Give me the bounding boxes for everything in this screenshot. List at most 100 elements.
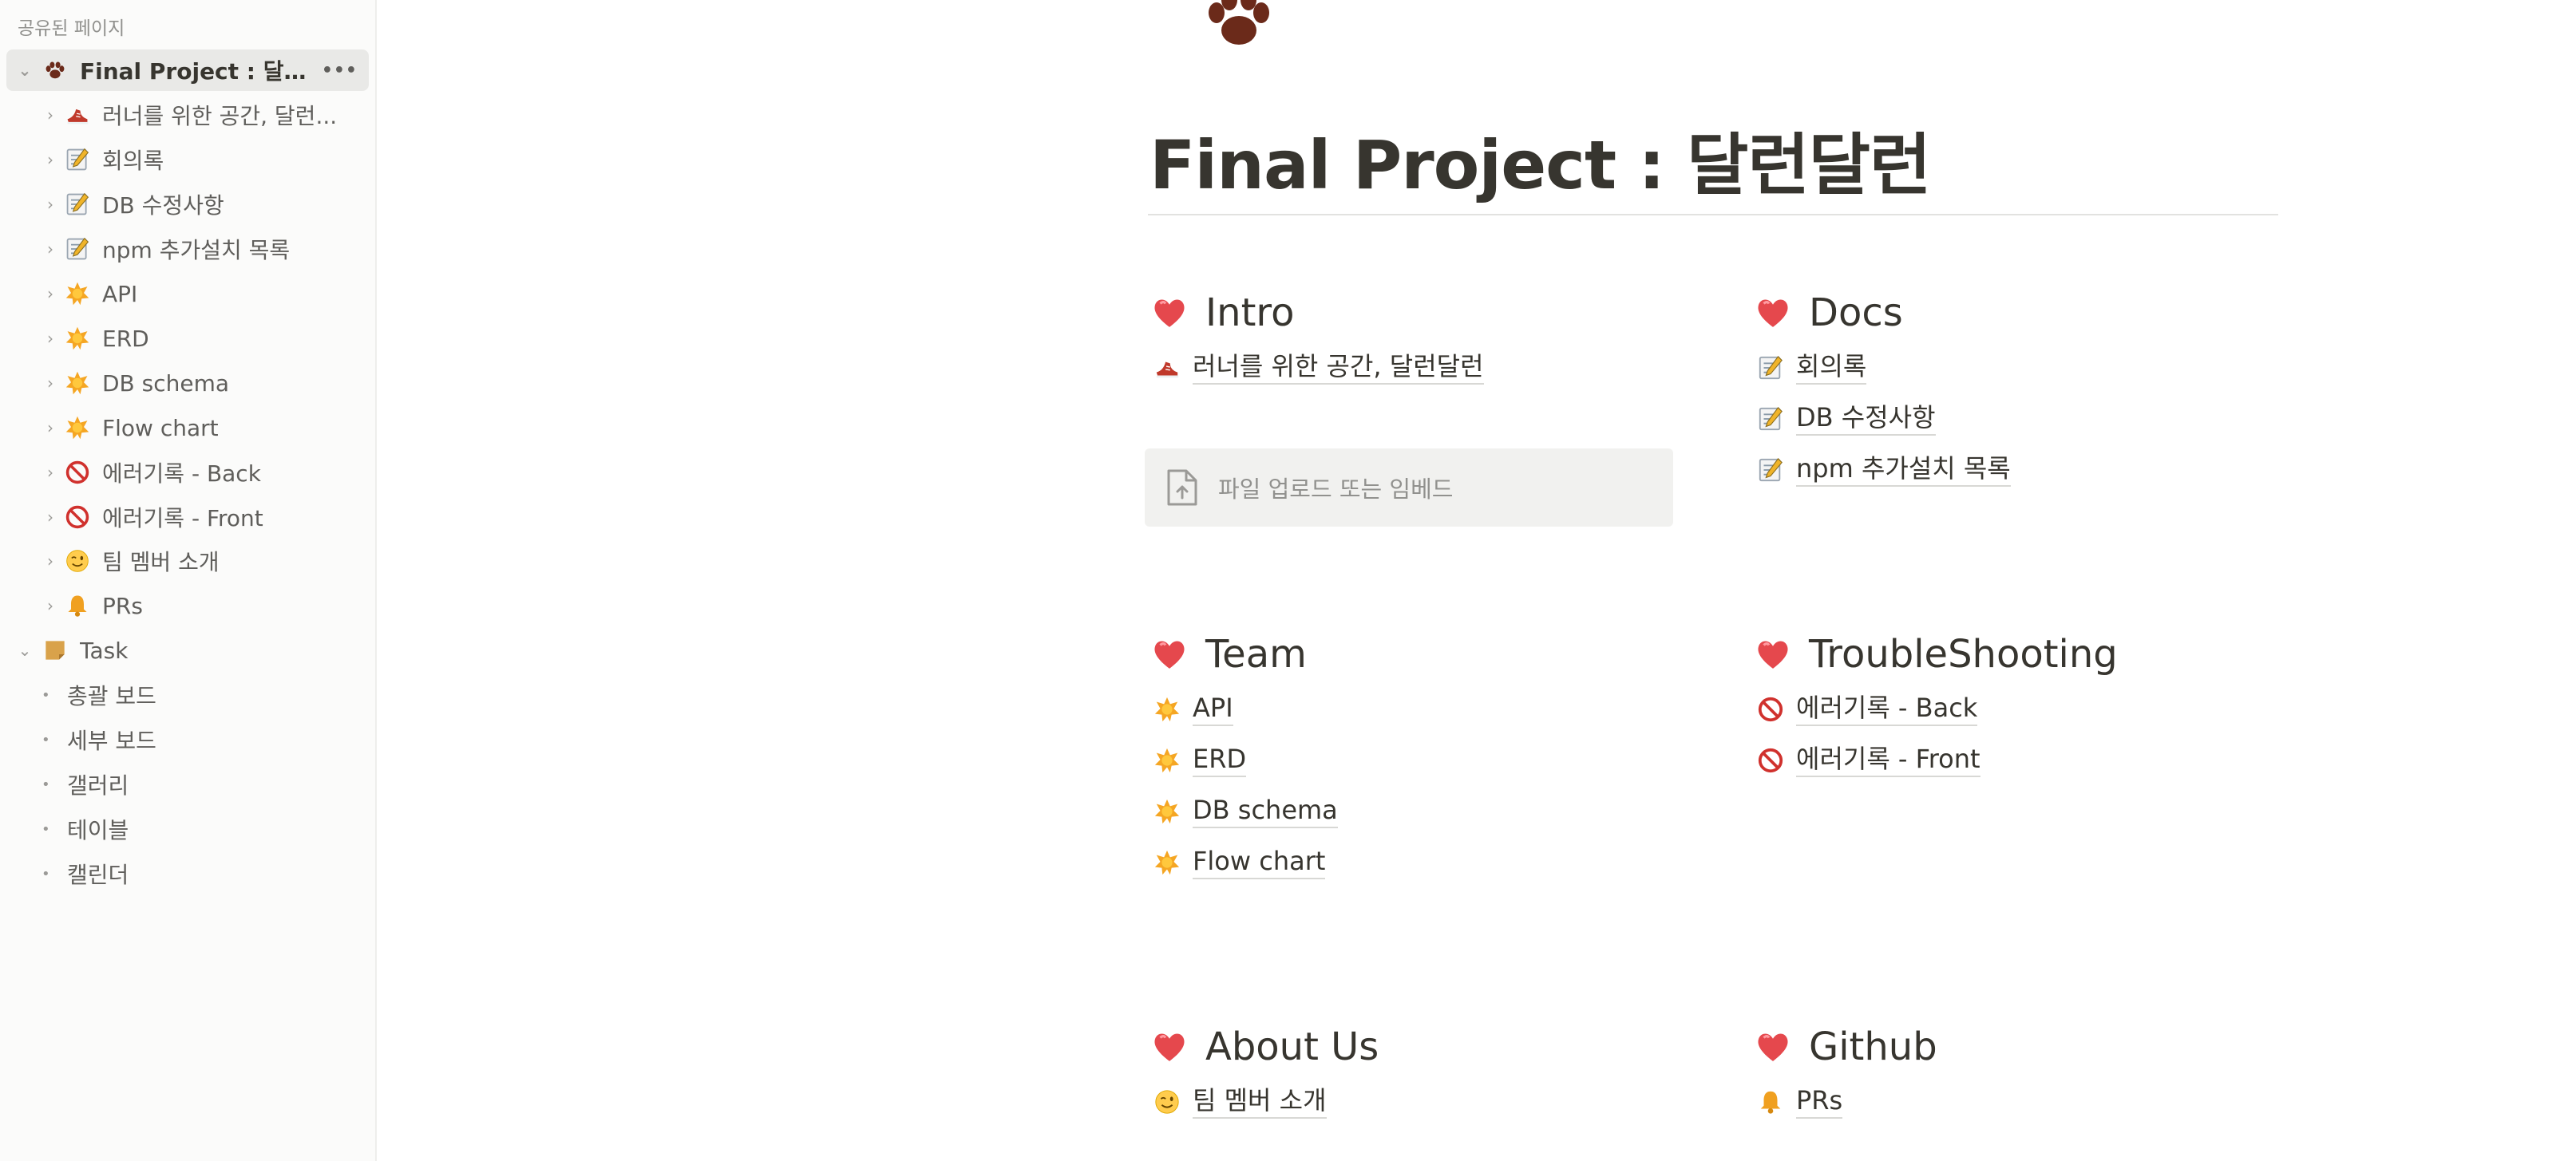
link-label[interactable]: DB schema [1193, 795, 1338, 828]
file-upload-label: 파일 업로드 또는 임베드 [1218, 476, 1454, 503]
sidebar-item-task[interactable]: ⌄ Task [6, 630, 369, 671]
link-team-members[interactable]: 팀 멤버 소개 [1153, 1085, 1327, 1119]
bullet-icon: • [42, 776, 50, 793]
sidebar-item-label: DB 수정사항 [102, 192, 224, 219]
bell-icon [64, 592, 91, 619]
sidebar-item-final-project[interactable]: ⌄ Final Project : 달런달... ••• [6, 49, 369, 91]
link-label[interactable]: 에러기록 - Back [1796, 693, 1978, 726]
bullet-icon: • [42, 865, 50, 883]
link-prs[interactable]: PRs [1756, 1085, 1843, 1119]
star-icon [64, 369, 91, 397]
link-api[interactable]: API [1153, 693, 1233, 726]
sidebar-item-label: Final Project : 달런달... [80, 58, 319, 85]
link-label[interactable]: DB 수정사항 [1796, 402, 1936, 436]
chevron-right-icon[interactable]: › [42, 373, 59, 393]
chevron-right-icon[interactable]: › [42, 463, 59, 482]
paw-icon[interactable] [1199, 0, 1279, 46]
link-db-schema[interactable]: DB schema [1153, 795, 1338, 828]
heart-icon [1151, 294, 1188, 331]
sidebar-item-flow-chart[interactable]: › Flow chart [6, 407, 369, 448]
sidebar-view-calendar[interactable]: • 캘린더 [6, 853, 369, 894]
sidebar-item-api[interactable]: › API [6, 273, 369, 314]
link-flow-chart[interactable]: Flow chart [1153, 846, 1326, 879]
bullet-icon: • [42, 820, 50, 838]
link-label[interactable]: PRs [1796, 1085, 1843, 1119]
chevron-right-icon[interactable]: › [42, 418, 59, 437]
more-options-icon[interactable]: ••• [322, 61, 358, 81]
shoe-icon [64, 101, 91, 128]
chevron-down-icon[interactable]: ⌄ [16, 641, 34, 660]
link-meeting-notes[interactable]: 회의록 [1756, 351, 1867, 385]
section-title: About Us [1205, 1025, 1379, 1069]
sidebar-item-label: 캘린더 [67, 862, 129, 888]
section-heading-github: Github [1755, 1025, 1937, 1069]
sidebar-item-db-schema[interactable]: › DB schema [6, 362, 369, 404]
sidebar-item-npm-list[interactable]: › npm 추가설치 목록 [6, 228, 369, 270]
sidebar-item-label: 회의록 [102, 148, 164, 174]
sidebar-item-label: DB schema [102, 369, 230, 397]
chevron-right-icon[interactable]: › [42, 195, 59, 214]
sidebar-view-table[interactable]: • 테이블 [6, 808, 369, 850]
file-upload-embed-block[interactable]: 파일 업로드 또는 임베드 [1145, 448, 1673, 527]
sidebar-item-label: 러너를 위한 공간, 달런... [102, 103, 338, 129]
heart-icon [1755, 636, 1791, 673]
link-label[interactable]: 에러기록 - Front [1796, 744, 1980, 777]
sidebar-item-error-front[interactable]: › 에러기록 - Front [6, 496, 369, 538]
prohibited-icon [64, 503, 91, 531]
star-icon [64, 414, 91, 441]
link-error-front[interactable]: 에러기록 - Front [1756, 744, 1980, 777]
sidebar-item-error-back[interactable]: › 에러기록 - Back [6, 452, 369, 493]
sidebar-item-label: 세부 보드 [67, 728, 156, 754]
link-error-back[interactable]: 에러기록 - Back [1756, 693, 1978, 726]
section-title: Docs [1809, 290, 1903, 335]
sidebar-item-label: 총괄 보드 [67, 683, 156, 709]
page-title[interactable]: Final Project : 달런달런 [1150, 112, 1931, 208]
memo-icon [1756, 456, 1785, 484]
sidebar-view-overall-board[interactable]: • 총괄 보드 [6, 674, 369, 716]
link-label[interactable]: 러너를 위한 공간, 달런달런 [1193, 351, 1484, 385]
wink-face-icon [64, 547, 91, 575]
wink-face-icon [1153, 1088, 1181, 1116]
star-icon [64, 325, 91, 352]
chevron-right-icon[interactable]: › [42, 329, 59, 348]
chevron-right-icon[interactable]: › [42, 150, 59, 169]
prohibited-icon [1756, 695, 1785, 724]
sidebar-item-runner-space[interactable]: › 러너를 위한 공간, 달런... [6, 94, 369, 136]
star-icon [1153, 848, 1181, 877]
note-icon [42, 637, 69, 664]
link-label[interactable]: ERD [1193, 744, 1247, 777]
bullet-icon: • [42, 731, 50, 748]
link-label[interactable]: npm 추가설치 목록 [1796, 453, 2011, 487]
sidebar-item-erd[interactable]: › ERD [6, 318, 369, 359]
chevron-right-icon[interactable]: › [42, 105, 59, 124]
memo-icon [64, 235, 91, 263]
chevron-right-icon[interactable]: › [42, 551, 59, 571]
sidebar-item-prs[interactable]: › PRs [6, 585, 369, 626]
sidebar-item-db-changes[interactable]: › DB 수정사항 [6, 184, 369, 225]
sidebar-item-label: 테이블 [67, 817, 129, 843]
link-erd[interactable]: ERD [1153, 744, 1247, 777]
section-heading-troubleshooting: TroubleShooting [1755, 632, 2118, 677]
sidebar-view-detail-board[interactable]: • 세부 보드 [6, 719, 369, 760]
link-label[interactable]: 팀 멤버 소개 [1193, 1085, 1327, 1119]
sidebar-view-gallery[interactable]: • 갤러리 [6, 764, 369, 805]
sidebar-item-meeting-notes[interactable]: › 회의록 [6, 139, 369, 180]
section-heading-about-us: About Us [1151, 1025, 1379, 1069]
link-runner-space[interactable]: 러너를 위한 공간, 달런달런 [1153, 351, 1484, 385]
section-title: Github [1809, 1025, 1937, 1069]
chevron-right-icon[interactable]: › [42, 239, 59, 259]
link-db-changes[interactable]: DB 수정사항 [1756, 402, 1936, 436]
chevron-right-icon[interactable]: › [42, 596, 59, 615]
sidebar-item-label: ERD [102, 325, 149, 352]
link-npm-list[interactable]: npm 추가설치 목록 [1756, 453, 2011, 487]
memo-icon [64, 191, 91, 218]
sidebar-heading: 공유된 페이지 [18, 18, 125, 39]
link-label[interactable]: Flow chart [1193, 846, 1326, 879]
chevron-right-icon[interactable]: › [42, 284, 59, 303]
chevron-down-icon[interactable]: ⌄ [16, 61, 34, 80]
sidebar-item-team-members[interactable]: › 팀 멤버 소개 [6, 540, 369, 582]
link-label[interactable]: 회의록 [1796, 351, 1867, 385]
link-label[interactable]: API [1193, 693, 1233, 726]
section-heading-intro: Intro [1151, 290, 1294, 335]
chevron-right-icon[interactable]: › [42, 507, 59, 527]
